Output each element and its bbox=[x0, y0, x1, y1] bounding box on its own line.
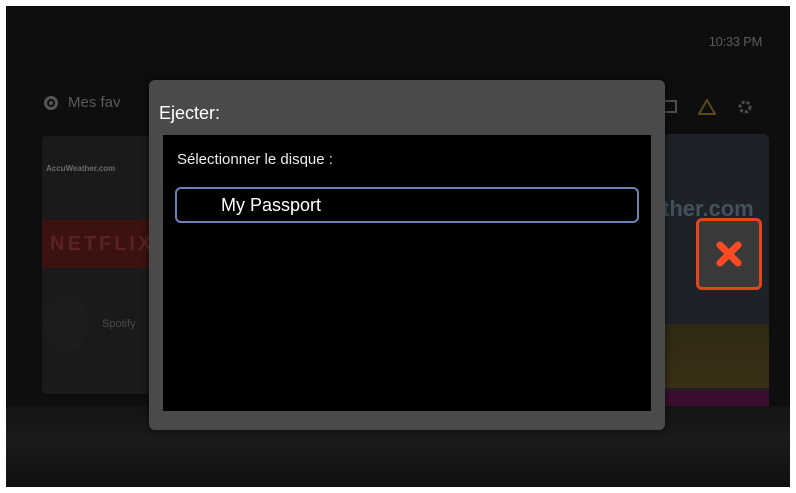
dialog-body: Sélectionner le disque : My Passport bbox=[163, 135, 651, 411]
favorites-pin-icon bbox=[44, 95, 58, 110]
weather-band bbox=[661, 324, 769, 388]
disk-item-my-passport[interactable]: My Passport bbox=[175, 187, 639, 223]
spotify-logo bbox=[44, 294, 88, 352]
netflix-logo: NETFLIX bbox=[42, 220, 162, 268]
close-button[interactable] bbox=[696, 218, 762, 290]
favorites-label: Mes fav bbox=[68, 94, 121, 111]
favorites-header: Mes fav bbox=[44, 94, 121, 111]
accuweather-logo: AccuWeather.com bbox=[46, 164, 116, 173]
clock: 10:33 PM bbox=[708, 34, 763, 49]
gear-icon bbox=[736, 98, 754, 116]
warning-icon bbox=[697, 97, 717, 116]
dialog-title: Ejecter: bbox=[159, 103, 221, 123]
select-disk-label: Sélectionner le disque : bbox=[177, 151, 333, 168]
eject-dialog: Ejecter: Sélectionner le disque : My Pas… bbox=[149, 80, 665, 430]
spotify-label: Spotify bbox=[102, 318, 136, 330]
close-icon bbox=[716, 241, 742, 267]
